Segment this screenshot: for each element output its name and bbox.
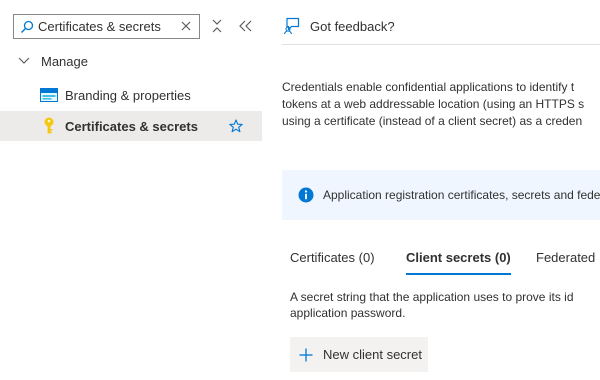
feedback-button[interactable]: Got feedback?: [282, 14, 395, 38]
feedback-icon: [282, 16, 302, 36]
nav-group-label: Manage: [41, 53, 88, 69]
info-banner-text: Application registration certificates, s…: [323, 188, 600, 202]
sidebar-item-label: Certificates & secrets: [65, 119, 198, 134]
main-content: Got feedback? Credentials enable confide…: [262, 0, 600, 380]
key-icon: [40, 117, 58, 134]
plus-icon: [298, 347, 314, 363]
secret-description-line: application password.: [290, 306, 406, 320]
tab-client-secrets[interactable]: Client secrets (0): [406, 250, 511, 276]
sidebar-item-certificates-secrets[interactable]: Certificates & secrets: [0, 111, 262, 141]
feedback-label: Got feedback?: [310, 18, 395, 34]
info-icon: [298, 187, 314, 203]
info-banner: Application registration certificates, s…: [282, 170, 600, 220]
search-icon: [16, 20, 38, 34]
client-secret-description: A secret string that the application use…: [290, 289, 600, 321]
new-client-secret-label: New client secret: [323, 347, 422, 362]
double-chevron-left-icon[interactable]: [238, 18, 254, 34]
description-line: Credentials enable confidential applicat…: [282, 80, 575, 94]
sidebar-item-branding[interactable]: Branding & properties: [0, 80, 262, 110]
nav-search-box[interactable]: [13, 14, 200, 39]
nav-search-input[interactable]: [38, 19, 178, 34]
nav-group-manage[interactable]: Manage: [16, 51, 88, 71]
secret-description-line: A secret string that the application use…: [290, 290, 574, 304]
branding-icon: [40, 87, 58, 103]
tab-federated[interactable]: Federated: [536, 250, 595, 276]
command-bar-divider: [282, 44, 600, 45]
credentials-description: Credentials enable confidential applicat…: [282, 79, 600, 130]
close-icon[interactable]: [179, 19, 193, 33]
chevron-down-icon: [16, 53, 32, 69]
sidebar-item-label: Branding & properties: [65, 88, 191, 103]
collapse-all-icon[interactable]: [209, 18, 225, 34]
star-icon[interactable]: [228, 118, 244, 134]
tab-certificates[interactable]: Certificates (0): [290, 250, 375, 276]
new-client-secret-button[interactable]: New client secret: [290, 337, 428, 372]
description-line: using a certificate (instead of a client…: [282, 114, 583, 128]
left-navigation-pane: Manage Branding & properties Certificate…: [0, 0, 262, 380]
description-line: tokens at a web addressable location (us…: [282, 97, 585, 111]
